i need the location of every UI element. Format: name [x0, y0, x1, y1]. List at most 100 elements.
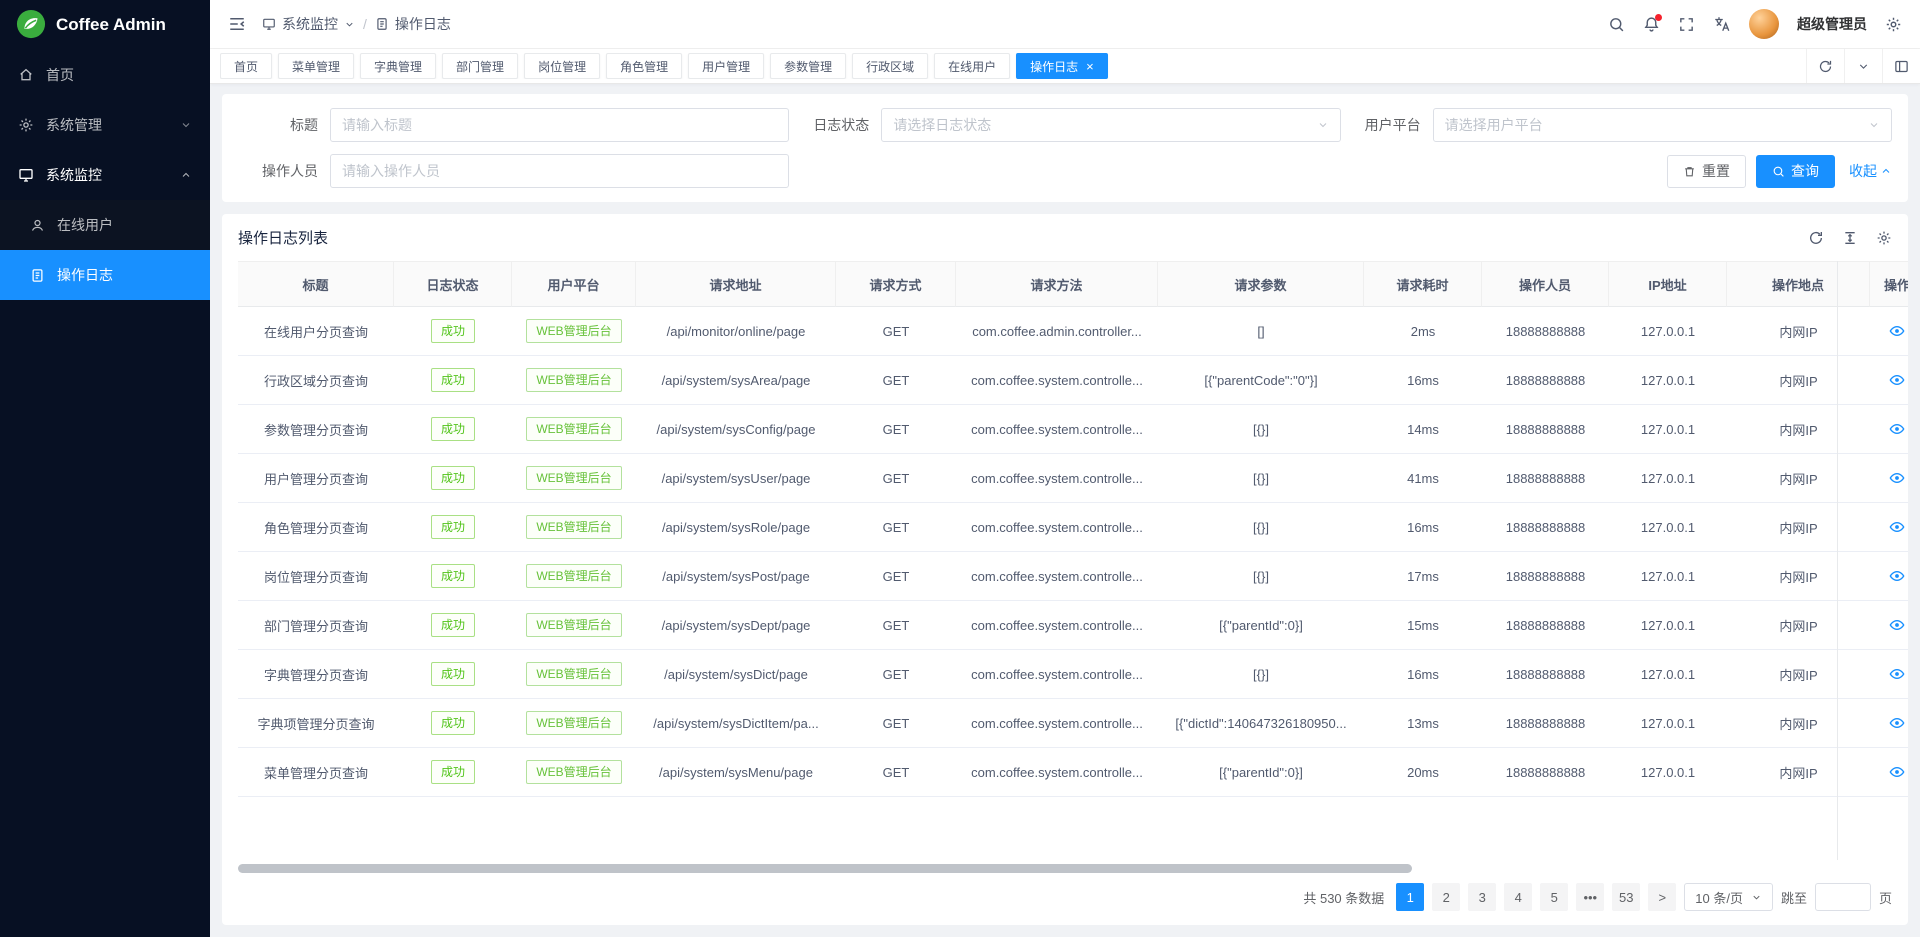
sidebar-item-system-management[interactable]: 系统管理 — [0, 100, 210, 150]
refresh-icon[interactable] — [1806, 49, 1844, 83]
view-icon[interactable] — [1889, 519, 1905, 535]
cell-operator: 18888888888 — [1482, 748, 1609, 797]
tab[interactable]: 用户管理 — [688, 53, 764, 79]
bell-icon[interactable] — [1643, 16, 1660, 33]
tab-bar: 首页菜单管理字典管理 部门管理 岗位管理角色管理用户管理 参数管理 行政区域在线用户操作… — [210, 49, 1920, 84]
cell-status-tag: 成功 — [431, 466, 475, 490]
tab-label: 部门管理 — [456, 58, 504, 75]
layout-icon[interactable] — [1882, 49, 1920, 83]
tab[interactable]: 在线用户 — [934, 53, 1010, 79]
log-status-select[interactable]: 请选择日志状态 — [881, 108, 1340, 142]
collapse-link[interactable]: 收起 — [1849, 161, 1892, 181]
tab[interactable]: 操作日志× — [1016, 53, 1108, 79]
cell-status-tag: 成功 — [431, 662, 475, 686]
collapse-label: 收起 — [1849, 161, 1877, 181]
chevron-down-icon[interactable] — [1844, 49, 1882, 83]
cell-params: [] — [1158, 307, 1364, 356]
table-row: 在线用户分页查询成功WEB管理后台/api/monitor/online/pag… — [238, 307, 1908, 356]
view-icon[interactable] — [1889, 764, 1905, 780]
cell-handler: com.coffee.admin.controller... — [956, 307, 1158, 356]
jump-page-input[interactable] — [1815, 883, 1871, 911]
page-button[interactable]: 4 — [1504, 883, 1532, 911]
tab[interactable]: 行政区域 — [852, 53, 928, 79]
view-icon[interactable] — [1889, 421, 1905, 437]
column-height-icon[interactable] — [1842, 230, 1858, 246]
cell-handler: com.coffee.system.controlle... — [956, 503, 1158, 552]
notification-dot — [1655, 14, 1662, 21]
cell-method: GET — [836, 552, 956, 601]
tab[interactable]: 部门管理 — [442, 53, 518, 79]
view-icon[interactable] — [1889, 470, 1905, 486]
cell-title: 字典管理分页查询 — [238, 650, 394, 699]
reset-button[interactable]: 重置 — [1667, 155, 1746, 188]
cell-ip: 127.0.0.1 — [1609, 503, 1727, 552]
translate-icon[interactable] — [1713, 15, 1731, 33]
page-button[interactable]: 53 — [1612, 883, 1640, 911]
sidebar-item-home[interactable]: 首页 — [0, 50, 210, 100]
view-icon[interactable] — [1889, 715, 1905, 731]
cell-method: GET — [836, 307, 956, 356]
view-icon[interactable] — [1889, 323, 1905, 339]
tab[interactable]: 参数管理 — [770, 53, 846, 79]
cell-status-tag: 成功 — [431, 760, 475, 784]
refresh-icon[interactable] — [1808, 230, 1824, 246]
cell-method: GET — [836, 503, 956, 552]
search-icon[interactable] — [1608, 16, 1625, 33]
scrollbar-thumb[interactable] — [238, 864, 1412, 873]
page-button[interactable]: 2 — [1432, 883, 1460, 911]
pagination-ellipsis[interactable]: ••• — [1576, 883, 1604, 911]
settings-gear-icon[interactable] — [1885, 16, 1902, 33]
sidebar-item-online-users[interactable]: 在线用户 — [0, 200, 210, 250]
search-button[interactable]: 查询 — [1756, 155, 1835, 188]
cell-url: /api/monitor/online/page — [636, 307, 836, 356]
cell-duration: 41ms — [1364, 454, 1482, 503]
tab-close-icon[interactable]: × — [1086, 60, 1094, 73]
menu-fold-icon[interactable] — [228, 15, 246, 33]
column-header: 操作人员 — [1482, 261, 1609, 307]
view-icon[interactable] — [1889, 617, 1905, 633]
user-name[interactable]: 超级管理员 — [1797, 14, 1867, 34]
page-size-select[interactable]: 10 条/页 — [1684, 883, 1773, 911]
sidebar-item-label: 系统管理 — [46, 115, 102, 135]
view-icon[interactable] — [1889, 666, 1905, 682]
cell-action — [1870, 356, 1908, 405]
cell-ip: 127.0.0.1 — [1609, 405, 1727, 454]
tab[interactable]: 首页 — [220, 53, 272, 79]
operator-input[interactable] — [342, 163, 777, 179]
log-status-label: 日志状态 — [789, 115, 881, 135]
cell-operator: 18888888888 — [1482, 699, 1609, 748]
view-icon[interactable] — [1889, 568, 1905, 584]
settings-gear-icon[interactable] — [1876, 230, 1892, 246]
tab[interactable]: 角色管理 — [606, 53, 682, 79]
sidebar-item-system-monitor[interactable]: 系统监控 — [0, 150, 210, 200]
cell-title: 用户管理分页查询 — [238, 454, 394, 503]
breadcrumb-item-system-monitor[interactable]: 系统监控 — [262, 14, 355, 34]
page-button[interactable]: 3 — [1468, 883, 1496, 911]
view-icon[interactable] — [1889, 372, 1905, 388]
page-button[interactable]: 1 — [1396, 883, 1424, 911]
title-input[interactable] — [342, 117, 777, 133]
breadcrumb-label: 系统监控 — [282, 14, 338, 34]
sidebar-item-label: 首页 — [46, 65, 74, 85]
cell-handler: com.coffee.system.controlle... — [956, 699, 1158, 748]
tab[interactable]: 岗位管理 — [524, 53, 600, 79]
tab[interactable]: 字典管理 — [360, 53, 436, 79]
cell-params: [{}] — [1158, 650, 1364, 699]
cell-method: GET — [836, 699, 956, 748]
fullscreen-icon[interactable] — [1678, 16, 1695, 33]
column-header: 标题 — [238, 261, 394, 307]
cell-method: GET — [836, 601, 956, 650]
cell-platform: WEB管理后台 — [512, 454, 636, 503]
cell-ip: 127.0.0.1 — [1609, 307, 1727, 356]
tab[interactable]: 菜单管理 — [278, 53, 354, 79]
column-header: 操作地点 — [1727, 261, 1870, 307]
column-header: 请求方式 — [836, 261, 956, 307]
avatar[interactable] — [1749, 9, 1779, 39]
cell-location: 内网IP — [1727, 405, 1870, 454]
page-button[interactable]: 5 — [1540, 883, 1568, 911]
sidebar-item-operation-log[interactable]: 操作日志 — [0, 250, 210, 300]
tab-label: 参数管理 — [784, 58, 832, 75]
user-platform-select[interactable]: 请选择用户平台 — [1433, 108, 1892, 142]
app-logo: Coffee Admin — [0, 0, 210, 50]
next-page-button[interactable]: > — [1648, 883, 1676, 911]
